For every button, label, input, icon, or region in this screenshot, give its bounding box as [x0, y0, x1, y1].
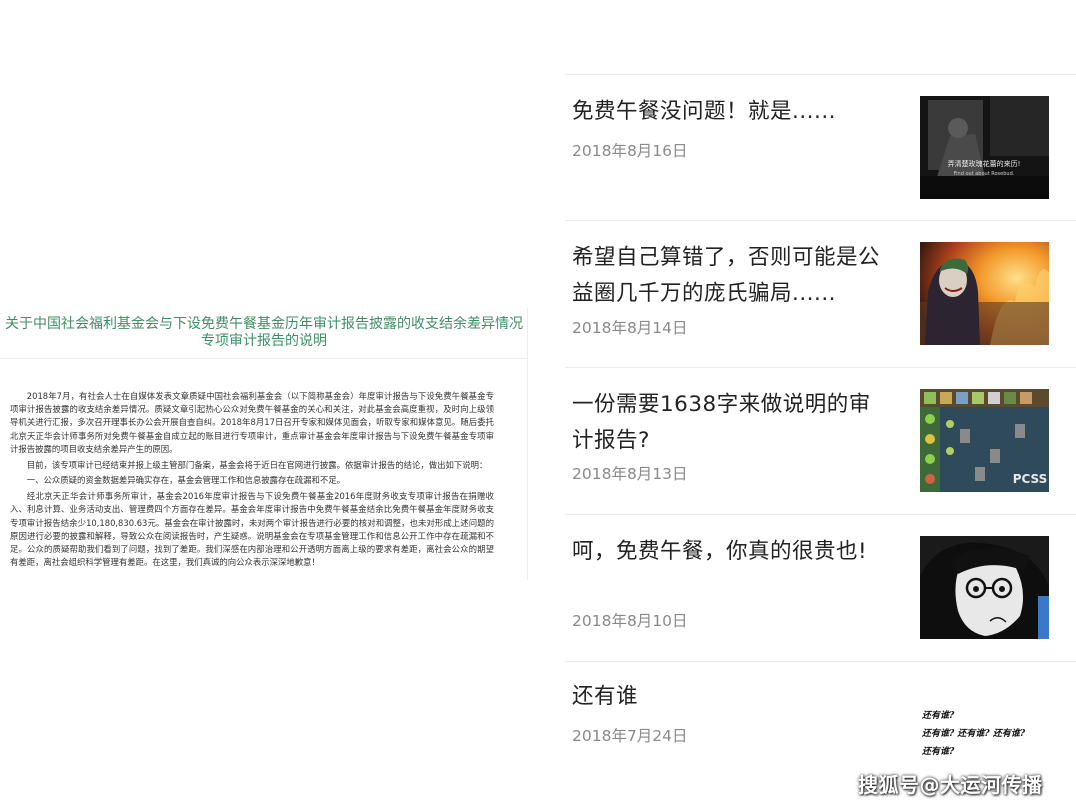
article-item-1[interactable]: 免费午餐没问题！就是...... 2018年8月16日 弄清楚玫瑰花蕾的来历! … [565, 75, 1076, 222]
thumbnail-logo-text: PCSS [1013, 472, 1048, 486]
article-date: 2018年7月24日 [572, 727, 688, 745]
article-date: 2018年8月16日 [572, 142, 688, 160]
article-list: 免费午餐没问题！就是...... 2018年8月16日 弄清楚玫瑰花蕾的来历! … [565, 74, 1076, 808]
document-divider [0, 358, 528, 359]
document-title-line-1: 关于中国社会福利基金会与下设免费午餐基金历年审计报告披露的收支结余差异情况 [5, 316, 523, 332]
handwritten-text-image: 还有谁? 还有谁? 还有谁? 还有谁? 还有谁? [920, 704, 1049, 764]
game-screenshot-image: PCSS [920, 389, 1049, 492]
article-title[interactable]: 一份需要1638字来做说明的审计报告? [572, 387, 892, 459]
thumbnail-caption-cn: 弄清楚玫瑰花蕾的来历! [948, 159, 1021, 168]
article-date: 2018年8月14日 [572, 319, 688, 337]
document-paragraph: 一、公众质疑的资金数据差异确实存在，基金会管理工作和信息披露存在疏漏和不足。 [26, 475, 346, 486]
handwritten-line-3: 还有谁? [921, 746, 955, 757]
document-body: 2018年7月，有社会人士在自媒体发表文章质疑中国社会福利基金会（以下简称基金会… [10, 390, 494, 572]
document-paragraph: 2018年7月，有社会人士在自媒体发表文章质疑中国社会福利基金会（以下简称基金会… [10, 391, 494, 454]
joker-fire-image [920, 242, 1049, 345]
article-date: 2018年8月10日 [572, 612, 688, 630]
article-date: 2018年8月13日 [572, 465, 688, 483]
article-thumbnail[interactable]: PCSS [920, 389, 1049, 492]
thumbnail-caption-en: Find out about Rosebud. [954, 171, 1015, 177]
handwritten-line-2: 还有谁? 还有谁? 还有谁? [921, 728, 1026, 739]
article-title[interactable]: 还有谁 [572, 679, 892, 715]
document-paragraph: 目前，该专项审计已经结束并报上级主管部门备案，基金会将于近日在官网进行披露。依据… [26, 459, 488, 470]
article-title[interactable]: 免费午餐没问题！就是...... [572, 94, 892, 130]
article-thumbnail[interactable]: 弄清楚玫瑰花蕾的来历! Find out about Rosebud. [920, 96, 1049, 199]
article-item-3[interactable]: 一份需要1638字来做说明的审计报告? 2018年8月13日 PCSS [565, 368, 1076, 515]
article-thumbnail[interactable]: 还有谁? 还有谁? 还有谁? 还有谁? 还有谁? [920, 704, 1049, 764]
article-title[interactable]: 呵，免费午餐，你真的很贵也! [572, 534, 892, 570]
article-item-2[interactable]: 希望自己算错了，否则可能是公益圈几千万的庞氏骗局...... 2018年8月14… [565, 221, 1076, 368]
document-title-line-2: 专项审计报告的说明 [201, 333, 327, 349]
article-thumbnail[interactable] [920, 536, 1049, 639]
article-thumbnail[interactable] [920, 242, 1049, 345]
anime-character-image [920, 536, 1049, 639]
document-paragraph: 经北京天正华会计师事务所审计，基金会2016年度审计报告与下设免费午餐基金201… [10, 491, 494, 568]
watermark-text: 搜狐号@大运河传播 [858, 773, 1043, 797]
document-screenshot: 关于中国社会福利基金会与下设免费午餐基金历年审计报告披露的收支结余差异情况 专项… [0, 308, 528, 580]
handwritten-line-1: 还有谁? [921, 710, 955, 721]
article-title[interactable]: 希望自己算错了，否则可能是公益圈几千万的庞氏骗局...... [572, 240, 892, 312]
article-item-4[interactable]: 呵，免费午餐，你真的很贵也! 2018年8月10日 [565, 515, 1076, 662]
movie-still-image: 弄清楚玫瑰花蕾的来历! Find out about Rosebud. [920, 96, 1049, 199]
document-title: 关于中国社会福利基金会与下设免费午餐基金历年审计报告披露的收支结余差异情况 专项… [0, 316, 528, 350]
